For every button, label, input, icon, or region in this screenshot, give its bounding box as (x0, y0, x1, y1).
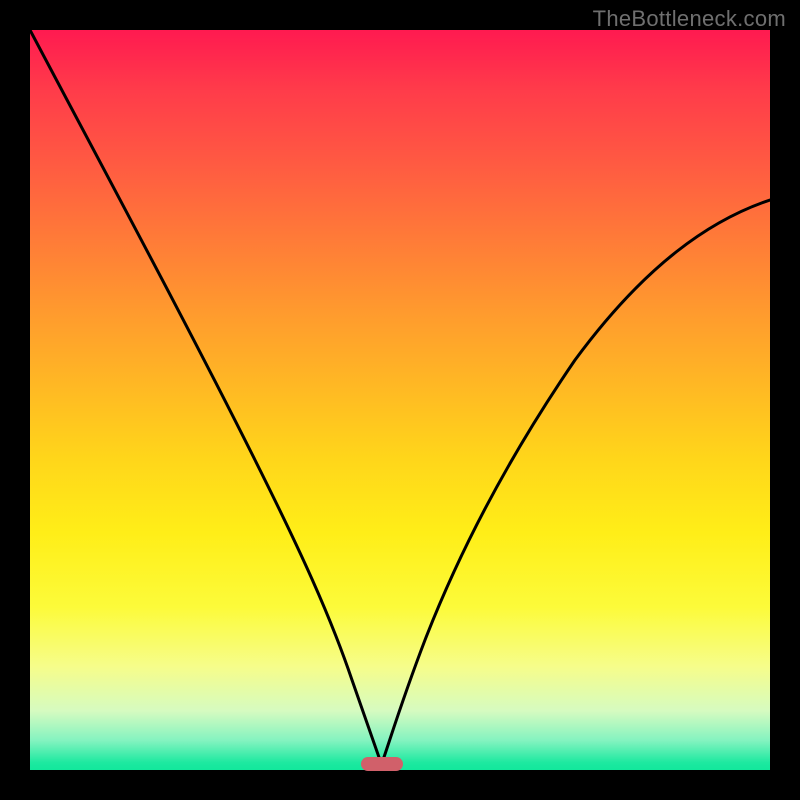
minimum-marker (361, 757, 403, 771)
chart-frame: TheBottleneck.com (0, 0, 800, 800)
curve-left-branch (30, 30, 381, 763)
plot-area (30, 30, 770, 770)
curve-right-branch (382, 200, 770, 763)
watermark-text: TheBottleneck.com (593, 6, 786, 32)
curve-svg (30, 30, 770, 770)
